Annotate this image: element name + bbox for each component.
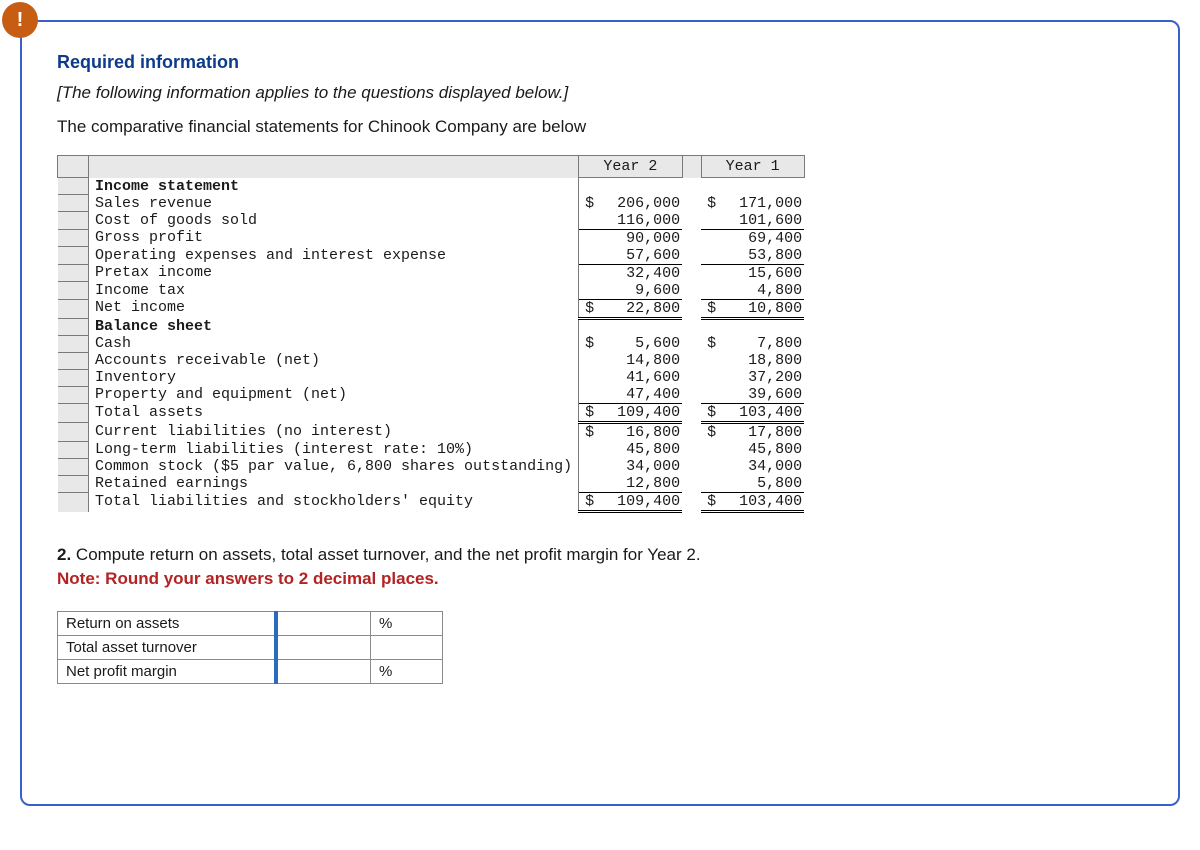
answer-input[interactable] xyxy=(275,636,370,659)
answer-row: Total asset turnover xyxy=(58,635,443,659)
answer-label: Net profit margin xyxy=(58,659,275,683)
question-text: 2. Compute return on assets, total asset… xyxy=(57,543,1143,591)
row-label: Total assets xyxy=(89,404,579,423)
row-label: Common stock ($5 par value, 6,800 shares… xyxy=(89,458,579,475)
row-label: Net income xyxy=(89,299,579,318)
answer-unit: % xyxy=(371,659,443,683)
row-label: Total liabilities and stockholders' equi… xyxy=(89,493,579,512)
answer-row: Return on assets % xyxy=(58,611,443,635)
answer-input-cell[interactable] xyxy=(275,611,371,635)
row-label: Operating expenses and interest expense xyxy=(89,247,579,265)
financial-statements-table: Year 2 Year 1 Income statement Sales rev… xyxy=(57,155,805,513)
section-balance: Balance sheet xyxy=(89,318,579,335)
intro-text: The comparative financial statements for… xyxy=(57,117,1143,137)
row-label: Accounts receivable (net) xyxy=(89,352,579,369)
row-label: Cost of goods sold xyxy=(89,212,579,230)
row-label: Inventory xyxy=(89,369,579,386)
answer-unit xyxy=(371,635,443,659)
answer-input[interactable] xyxy=(275,612,370,635)
required-info-panel: ! Required information [The following in… xyxy=(20,20,1180,806)
answers-table: Return on assets % Total asset turnover … xyxy=(57,611,443,684)
row-label: Sales revenue xyxy=(89,195,579,212)
answer-row: Net profit margin % xyxy=(58,659,443,683)
section-income: Income statement xyxy=(89,178,579,195)
row-label: Retained earnings xyxy=(89,475,579,493)
row-label: Pretax income xyxy=(89,264,579,282)
required-heading: Required information xyxy=(57,52,1143,73)
row-label: Income tax xyxy=(89,282,579,300)
question-number: 2. xyxy=(57,545,71,564)
answer-input-cell[interactable] xyxy=(275,635,371,659)
col-header-year1: Year 1 xyxy=(701,156,804,178)
answer-unit: % xyxy=(371,611,443,635)
answer-label: Total asset turnover xyxy=(58,635,275,659)
row-label: Cash xyxy=(89,335,579,352)
question-note: Note: Round your answers to 2 decimal pl… xyxy=(57,569,439,588)
answer-label: Return on assets xyxy=(58,611,275,635)
row-label: Current liabilities (no interest) xyxy=(89,423,579,442)
alert-icon: ! xyxy=(2,2,38,38)
answer-input-cell[interactable] xyxy=(275,659,371,683)
col-header-year2: Year 2 xyxy=(579,156,683,178)
row-label: Property and equipment (net) xyxy=(89,386,579,404)
row-label: Long-term liabilities (interest rate: 10… xyxy=(89,441,579,458)
applies-note: [The following information applies to th… xyxy=(57,83,1143,103)
question-body: Compute return on assets, total asset tu… xyxy=(71,545,700,564)
row-label: Gross profit xyxy=(89,229,579,247)
answer-input[interactable] xyxy=(275,660,370,683)
